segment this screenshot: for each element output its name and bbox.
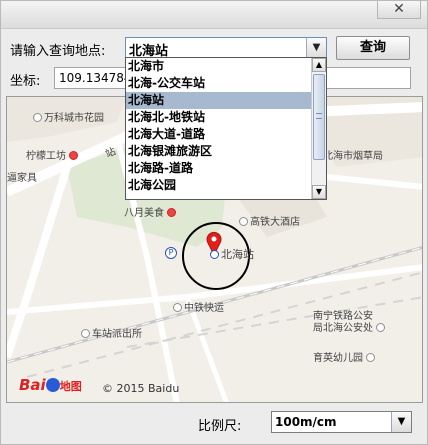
poi-icon <box>81 329 90 338</box>
poi-police-station[interactable]: 车站派出所 <box>81 325 142 340</box>
poi-home[interactable]: 逼家具 <box>7 169 37 184</box>
search-label: 请输入查询地点: <box>10 44 106 59</box>
scale-label: 比例尺: <box>198 419 242 434</box>
suggestion-item[interactable]: 北海-公交车站 <box>126 75 312 92</box>
scrollbar-thumb[interactable] <box>313 74 325 160</box>
poi-icon <box>366 353 376 362</box>
baidu-logo[interactable]: Bai 地图 <box>19 376 82 394</box>
close-icon: ✕ <box>393 1 405 17</box>
poi-vanke[interactable]: 万科城市花园 <box>33 109 104 124</box>
food-icon <box>167 208 177 217</box>
chevron-down-icon[interactable]: ▼ <box>306 38 326 58</box>
app-window: ✕ 请输入查询地点: 北海站 ▼ 查询 坐标: 109.134784 万科城市花… <box>0 0 428 445</box>
poi-icon <box>173 303 182 312</box>
food-icon <box>69 151 79 160</box>
poi-station[interactable]: 北海站 <box>210 246 254 262</box>
baidu-paw-icon <box>45 378 60 392</box>
poi-icon <box>33 113 42 122</box>
suggestion-item[interactable]: 北海北-地铁站 <box>126 109 312 126</box>
dropdown-scrollbar[interactable]: ▲ ▼ <box>311 58 326 199</box>
poi-railway-police[interactable]: 南宁铁路公安 局北海公安处 <box>313 311 387 335</box>
chevron-down-icon[interactable]: ▼ <box>391 412 411 432</box>
poi-kindergarten[interactable]: 育英幼儿园 <box>313 349 377 364</box>
parking-icon[interactable]: P <box>165 246 179 259</box>
suggestion-item-selected[interactable]: 北海站 <box>126 92 312 109</box>
hotel-icon <box>239 217 248 226</box>
grip-icon <box>316 113 322 119</box>
suggestion-item[interactable]: 北海银滩旅游区 <box>126 143 312 160</box>
suggestion-item[interactable]: 北海市 <box>126 58 312 75</box>
scale-combobox-value[interactable]: 100m/cm <box>275 415 337 429</box>
map-pin-hole <box>211 236 217 242</box>
close-button[interactable]: ✕ <box>377 1 421 19</box>
poi-icon <box>376 323 386 332</box>
suggestion-item[interactable]: 北海大道-道路 <box>126 126 312 143</box>
poi-lemon[interactable]: 柠檬工坊 <box>26 147 80 162</box>
search-combobox[interactable]: 北海站 ▼ <box>125 37 327 59</box>
title-bar: ✕ <box>1 1 427 29</box>
suggestion-item[interactable]: 北海路-道路 <box>126 160 312 177</box>
scroll-down-icon[interactable]: ▼ <box>312 185 326 199</box>
suggestion-item[interactable]: 北海公园 <box>126 177 312 194</box>
poi-highspeed-hotel[interactable]: 高铁大酒店 <box>239 213 300 228</box>
search-suggestions-dropdown[interactable]: 北海市 北海-公交车站 北海站 北海北-地铁站 北海大道-道路 北海银滩旅游区 … <box>125 57 327 200</box>
coordinates-label: 坐标: <box>10 74 41 89</box>
scroll-up-icon[interactable]: ▲ <box>312 58 326 72</box>
map-copyright: © 2015 Baidu <box>102 382 180 395</box>
station-icon <box>210 250 219 259</box>
poi-zhongtie[interactable]: 中铁快运 <box>173 299 224 314</box>
query-button[interactable]: 查询 <box>336 36 410 60</box>
poi-bayue[interactable]: 八月美食 <box>124 204 178 219</box>
scale-combobox[interactable]: 100m/cm ▼ <box>271 411 412 433</box>
